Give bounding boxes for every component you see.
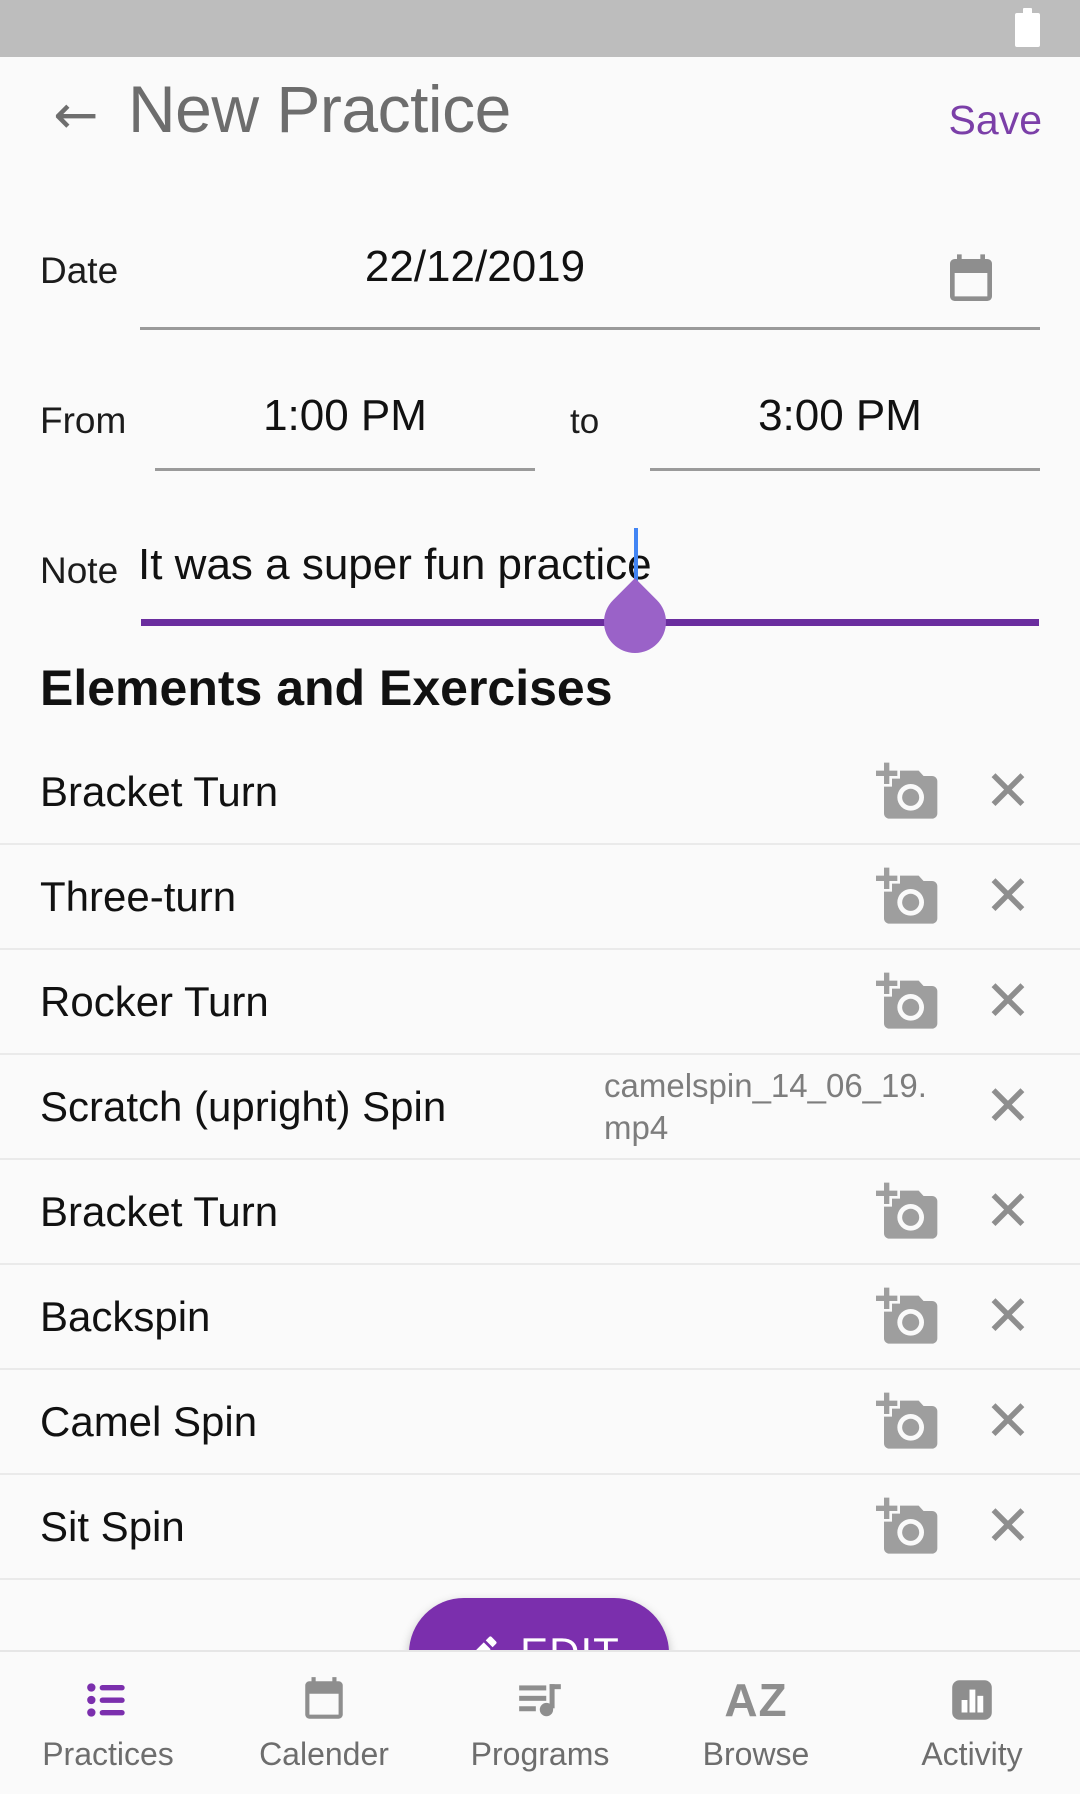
list-item[interactable]: Rocker Turn ✕ xyxy=(0,950,1080,1055)
element-name: Three-turn xyxy=(40,872,237,920)
element-name: Backspin xyxy=(40,1292,211,1340)
time-field-row: From 1:00 PM to 3:00 PM xyxy=(0,383,1080,473)
add-a-photo-icon[interactable] xyxy=(876,1390,940,1454)
note-input[interactable]: It was a super fun practice xyxy=(138,540,652,590)
add-a-photo-icon[interactable] xyxy=(876,1495,940,1559)
from-time-input[interactable]: 1:00 PM xyxy=(155,391,535,441)
app-screen: ← New Practice Save Date 22/12/2019 From… xyxy=(0,0,1080,1794)
nav-item-activity[interactable]: Activity xyxy=(864,1652,1080,1794)
close-icon[interactable]: ✕ xyxy=(980,1497,1036,1555)
page-title: New Practice xyxy=(128,72,511,146)
save-button[interactable]: Save xyxy=(949,97,1042,144)
nav-item-calender[interactable]: Calender xyxy=(216,1652,432,1794)
close-icon[interactable]: ✕ xyxy=(980,1182,1036,1240)
date-input[interactable]: 22/12/2019 xyxy=(250,242,700,292)
battery-icon xyxy=(1015,8,1040,47)
close-icon[interactable]: ✕ xyxy=(980,867,1036,925)
calendar-icon[interactable] xyxy=(942,252,1000,308)
list-item[interactable]: Bracket Turn ✕ xyxy=(0,1160,1080,1265)
nav-label: Programs xyxy=(470,1735,610,1772)
section-title: Elements and Exercises xyxy=(40,660,613,716)
nav-item-programs[interactable]: Programs xyxy=(432,1652,648,1794)
element-name: Sit Spin xyxy=(40,1502,185,1550)
nav-label: Browse xyxy=(702,1735,810,1772)
back-arrow-icon[interactable]: ← xyxy=(48,88,104,145)
element-name: Rocker Turn xyxy=(40,977,269,1025)
note-underline-active xyxy=(141,619,1039,626)
list-item[interactable]: Scratch (upright) Spin camelspin_14_06_1… xyxy=(0,1055,1080,1160)
list-item[interactable]: Sit Spin ✕ xyxy=(0,1475,1080,1580)
elements-list: Bracket Turn ✕ Three-turn ✕ Rocker Turn xyxy=(0,740,1080,1580)
date-field-row: Date 22/12/2019 xyxy=(0,232,1080,332)
close-icon[interactable]: ✕ xyxy=(980,972,1036,1030)
to-label: to xyxy=(570,402,600,441)
nav-label: Activity xyxy=(921,1735,1023,1772)
app-bar: ← New Practice Save xyxy=(0,57,1080,177)
element-name: Scratch (upright) Spin xyxy=(40,1082,447,1130)
bottom-navigation: Practices Calender Programs AZ Browse Ac… xyxy=(0,1650,1080,1794)
element-name: Bracket Turn xyxy=(40,1187,279,1235)
calendar-icon xyxy=(299,1674,349,1726)
nav-item-practices[interactable]: Practices xyxy=(0,1652,216,1794)
list-item[interactable]: Backspin ✕ xyxy=(0,1265,1080,1370)
nav-label: Calender xyxy=(259,1735,389,1772)
from-label: From xyxy=(40,400,127,441)
to-time-input[interactable]: 3:00 PM xyxy=(650,391,1030,441)
bulleted-list-icon xyxy=(83,1674,133,1726)
add-a-photo-icon[interactable] xyxy=(876,1285,940,1349)
bar-chart-icon xyxy=(947,1674,997,1726)
list-item[interactable]: Bracket Turn ✕ xyxy=(0,740,1080,845)
list-item[interactable]: Three-turn ✕ xyxy=(0,845,1080,950)
note-field-row: Note It was a super fun practice xyxy=(0,530,1080,620)
list-item[interactable]: Camel Spin ✕ xyxy=(0,1370,1080,1475)
close-icon[interactable]: ✕ xyxy=(980,1287,1036,1345)
add-a-photo-icon[interactable] xyxy=(876,760,940,824)
date-underline xyxy=(140,327,1040,330)
add-a-photo-icon[interactable] xyxy=(876,865,940,929)
to-time-underline xyxy=(650,468,1040,471)
close-icon[interactable]: ✕ xyxy=(980,1392,1036,1450)
element-name: Bracket Turn xyxy=(40,767,279,815)
element-name: Camel Spin xyxy=(40,1397,258,1445)
close-icon[interactable]: ✕ xyxy=(980,762,1036,820)
nav-label: Practices xyxy=(42,1735,174,1772)
add-a-photo-icon[interactable] xyxy=(876,970,940,1034)
note-label: Note xyxy=(40,550,119,591)
status-bar xyxy=(0,0,1080,57)
date-label: Date xyxy=(40,250,119,291)
playlist-music-icon xyxy=(515,1674,565,1726)
from-time-underline xyxy=(155,468,535,471)
az-sort-icon: AZ xyxy=(724,1673,788,1726)
add-a-photo-icon[interactable] xyxy=(876,1180,940,1244)
attached-media-filename[interactable]: camelspin_14_06_19.mp4 xyxy=(604,1064,944,1148)
close-icon[interactable]: ✕ xyxy=(980,1077,1036,1135)
nav-item-browse[interactable]: AZ Browse xyxy=(648,1652,864,1794)
